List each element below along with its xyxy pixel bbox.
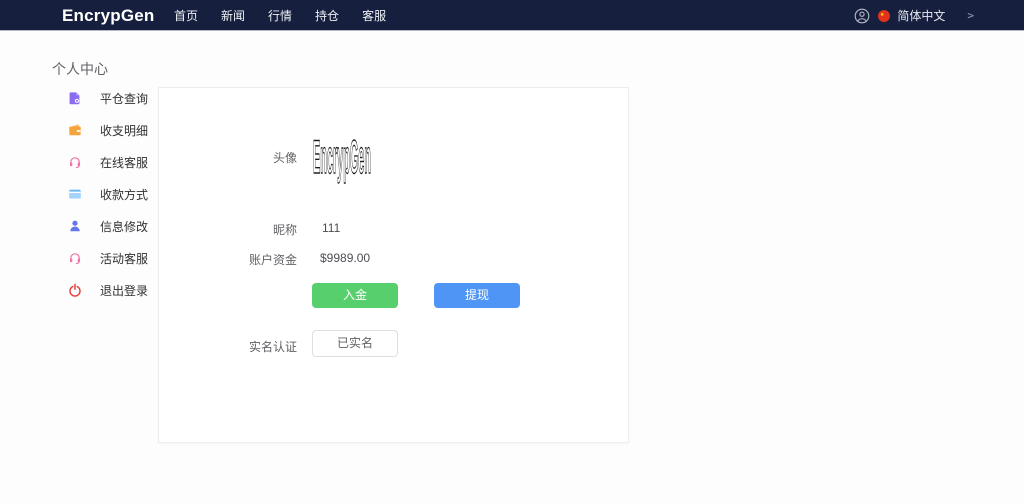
avatar-logo-text: EncrypGen xyxy=(313,130,371,183)
user-icon xyxy=(68,219,82,233)
bank-card-icon xyxy=(68,187,82,201)
main-nav: 首页 新闻 行情 持仓 客服 xyxy=(174,0,386,31)
top-navbar: EncrypGen 首页 新闻 行情 持仓 客服 简体中文 > xyxy=(0,0,1024,31)
profile-card: 头像 EncrypGen 昵称 111 账户资金 $9989.00 入金 提现 … xyxy=(158,87,629,443)
nav-item-home[interactable]: 首页 xyxy=(174,7,198,24)
verify-status-badge: 已实名 xyxy=(312,330,398,357)
sidebar-item-label: 退出登录 xyxy=(100,282,148,299)
language-selector[interactable]: 简体中文 xyxy=(897,7,945,24)
chevron-right-icon[interactable]: > xyxy=(967,9,974,22)
nav-item-markets[interactable]: 行情 xyxy=(268,7,292,24)
sidebar-item-label: 信息修改 xyxy=(100,218,148,235)
headset-icon xyxy=(68,155,82,169)
nav-item-support[interactable]: 客服 xyxy=(362,7,386,24)
avatar-label: 头像 xyxy=(273,149,297,166)
deposit-button[interactable]: 入金 xyxy=(312,283,398,308)
brand-logo: EncrypGen xyxy=(62,0,155,31)
nav-item-positions[interactable]: 持仓 xyxy=(315,7,339,24)
sidebar-item-label: 活动客服 xyxy=(100,250,148,267)
header-right-group: 简体中文 > xyxy=(854,0,974,31)
china-flag-icon xyxy=(870,10,890,22)
sidebar-item-label: 平仓查询 xyxy=(100,90,148,107)
sidebar-item-label: 收支明细 xyxy=(100,122,148,139)
nav-item-news[interactable]: 新闻 xyxy=(221,7,245,24)
withdraw-button[interactable]: 提现 xyxy=(434,283,520,308)
headset-icon xyxy=(68,251,82,265)
balance-label: 账户资金 xyxy=(249,251,297,268)
balance-value: $9989.00 xyxy=(320,251,370,265)
avatar[interactable]: EncrypGen xyxy=(311,128,373,184)
sidebar-item-label: 收款方式 xyxy=(100,186,148,203)
person-circle-icon[interactable] xyxy=(854,8,870,24)
wallet-icon xyxy=(68,123,82,137)
power-icon xyxy=(68,283,82,297)
page-title: 个人中心 xyxy=(52,59,108,79)
verify-label: 实名认证 xyxy=(249,338,297,355)
sidebar-item-label: 在线客服 xyxy=(100,154,148,171)
nickname-label: 昵称 xyxy=(273,221,297,238)
file-icon xyxy=(68,91,82,105)
nickname-value: 111 xyxy=(322,221,340,235)
